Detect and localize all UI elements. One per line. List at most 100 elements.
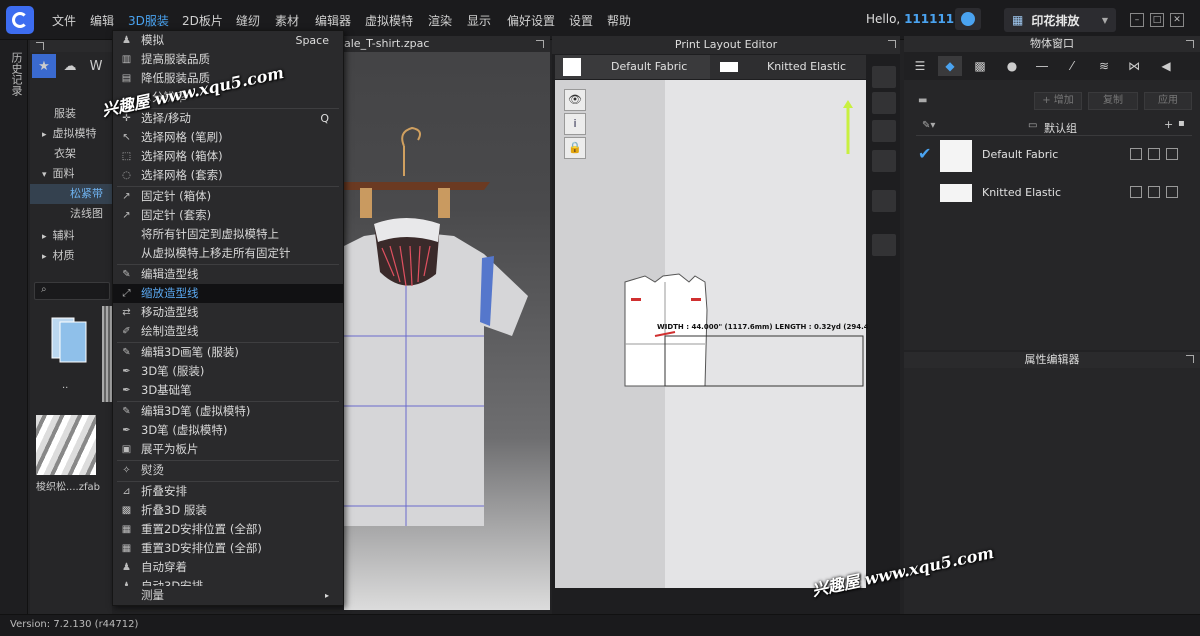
tool-shirt-icon[interactable] [872,150,896,172]
menu-materials[interactable]: 素材 [275,12,299,29]
menu-item-flatten[interactable]: ▣ 展平为板片 [113,440,343,459]
menu-item-reset-3d[interactable]: ▦ 重置3D安排位置 (全部) [113,539,343,558]
menu-item-edit-3d-pen-avatar[interactable]: ✎ 编辑3D笔 (虚拟模特) [113,402,343,421]
menu-editor[interactable]: 编辑器 [315,12,351,29]
default-group-header[interactable]: ✎▾ ▭ 默认组 + ▪ [916,118,1192,136]
apply-fabric-icon[interactable] [1166,186,1178,198]
detach-icon[interactable] [888,40,896,48]
menu-file[interactable]: 文件 [52,12,76,29]
show-hide-icon[interactable]: 👁 [564,89,586,111]
menu-item-scale-style-line[interactable]: ⤢ 缩放造型线 [113,284,343,303]
tree-item-hanger[interactable]: 衣架 [30,144,112,164]
folder-thumbnail[interactable] [42,310,102,370]
apply-fabric-icon[interactable] [1166,148,1178,160]
close-button[interactable]: ✕ [1170,13,1184,27]
menu-item-fold-3d[interactable]: ▩ 折叠3D 服装 [113,501,343,520]
tree-item-material[interactable]: ▸ 材质 [30,246,112,266]
menu-item-simulate[interactable]: ♟ 模拟 Space [113,31,343,50]
menu-item-iron[interactable]: ✧ 熨烫 [113,461,343,480]
favorites-star-icon[interactable]: ★ [32,54,56,78]
lock-icon[interactable]: 🔒 [564,137,586,159]
tree-arrow-icon[interactable]: ▾ [42,170,47,180]
tree-item-elastic[interactable]: 松紧带 [30,184,112,204]
detach-icon[interactable] [1186,40,1194,48]
options-icon[interactable]: ▪ [1178,118,1185,129]
info-icon[interactable]: i [564,113,586,135]
tree-arrow-icon[interactable]: ▸ [42,130,47,140]
menu-item-raise-quality[interactable]: ▥ 提高服装品质 [113,50,343,69]
tree-item-trims[interactable]: ▸ 辅料 [30,226,112,246]
menu-render[interactable]: 渲染 [428,12,452,29]
print-placement-button[interactable]: ▦ 印花排放 ▼ [1004,8,1116,32]
apply-button[interactable]: 应用 [1144,92,1192,110]
menu-2d-pattern[interactable]: 2D板片 [182,12,223,29]
dropdown-arrow-icon[interactable]: ▼ [1102,16,1108,25]
tool-rotate-icon[interactable] [872,120,896,142]
menu-item-3d-pen-avatar[interactable]: ✒ 3D笔 (虚拟模特) [113,421,343,440]
viewport-3d[interactable] [344,36,550,610]
tree-item-garment[interactable]: 服装 [30,104,112,124]
menu-item-fold-arrange[interactable]: ⊿ 折叠安排 [113,482,343,501]
copy-button[interactable]: 复制 [1088,92,1138,110]
add-fabric-icon[interactable] [1130,186,1142,198]
duplicate-fabric-icon[interactable] [1148,186,1160,198]
app-logo-icon[interactable] [6,6,34,34]
print-layout-canvas[interactable]: 👁 i 🔒 WIDTH : 44.000" (1117.6mm) LENGTH … [555,80,893,588]
menu-item-3d-basic-pen[interactable]: ✒ 3D基础笔 [113,381,343,400]
tool-play-icon[interactable] [872,66,896,88]
menu-item-edit-style-line[interactable]: ✎ 编辑造型线 [113,265,343,284]
detach-icon[interactable] [36,42,44,50]
fabric-item-knitted[interactable]: Knitted Elastic [914,176,1192,212]
tab-zipper-icon[interactable]: ≋ [1092,56,1116,76]
tree-arrow-icon[interactable]: ▸ [42,252,47,262]
menu-item-measure-row[interactable]: 测量 ▸ [113,586,343,605]
tab-more-icon[interactable]: ◀ [1154,56,1178,76]
tab-topstitch-icon[interactable]: ⁄ [1060,56,1084,76]
tool-duplicate-icon[interactable] [872,190,896,212]
partial-thumbnail[interactable] [102,306,112,402]
add-group-icon[interactable]: + [1164,118,1173,131]
tree-item-normal-map[interactable]: 法线图 [30,204,112,224]
edit-icon[interactable]: ✎▾ [922,120,935,131]
add-fabric-icon[interactable] [1130,148,1142,160]
tab-knitted-elastic[interactable]: Knitted Elastic [710,55,866,79]
fabric-thumbnail[interactable] [36,415,96,475]
tree-arrow-icon[interactable]: ▸ [42,232,47,242]
folder-icon[interactable]: ▬ [918,95,927,106]
cloud-library-icon[interactable]: ☁ [58,54,82,78]
cloud-button[interactable] [955,8,981,30]
tab-default-fabric[interactable]: Default Fabric [555,55,710,79]
menu-settings[interactable]: 设置 [569,12,593,29]
menu-item-auto-dress[interactable]: ♟ 自动穿着 [113,558,343,577]
tab-texture-icon[interactable]: ▩ [968,56,992,76]
tab-list-icon[interactable]: ☰ [908,56,932,76]
menu-3d-garment[interactable]: 3D服装 [128,12,169,29]
tab-line-icon[interactable]: ― [1030,56,1054,76]
tab-button-icon[interactable]: ● [1000,56,1024,76]
menu-item-pin-all-avatar[interactable]: 将所有针固定到虚拟模特上 [113,225,343,244]
tab-bow-icon[interactable]: ⋈ [1122,56,1146,76]
minimize-button[interactable]: – [1130,13,1144,27]
menu-edit[interactable]: 编辑 [90,12,114,29]
wide-library-icon[interactable]: W [84,54,108,78]
tree-item-avatar[interactable]: ▸ 虚拟模特 [30,124,112,144]
menu-item-draw-style-line[interactable]: ✐ 绘制造型线 [113,322,343,341]
menu-item-edit-3d-brush[interactable]: ✎ 编辑3D画笔 (服装) [113,343,343,362]
menu-display[interactable]: 显示 [467,12,491,29]
maximize-button[interactable]: □ [1150,13,1164,27]
menu-item-remove-all-pins[interactable]: 从虚拟模特上移走所有固定针 [113,244,343,263]
menu-item-select-mesh-lasso[interactable]: ◌ 选择网格 (套索) [113,166,343,185]
detach-icon[interactable] [536,40,544,48]
menu-avatar[interactable]: 虚拟模特 [365,12,413,29]
menu-item-pin-lasso[interactable]: ↗ 固定针 (套索) [113,206,343,225]
detach-icon[interactable] [1186,355,1194,363]
tab-fabric-icon[interactable]: ◆ [938,56,962,76]
menu-item-move-style-line[interactable]: ⇄ 移动造型线 [113,303,343,322]
duplicate-fabric-icon[interactable] [1148,148,1160,160]
menu-item-pin-box[interactable]: ↗ 固定针 (箱体) [113,187,343,206]
tool-camera-icon[interactable] [872,234,896,256]
add-button[interactable]: + 增加 [1034,92,1082,110]
menu-item-reset-2d[interactable]: ▦ 重置2D安排位置 (全部) [113,520,343,539]
menu-preferences[interactable]: 偏好设置 [507,12,555,29]
menu-item-select-mesh-box[interactable]: ⬚ 选择网格 (箱体) [113,147,343,166]
